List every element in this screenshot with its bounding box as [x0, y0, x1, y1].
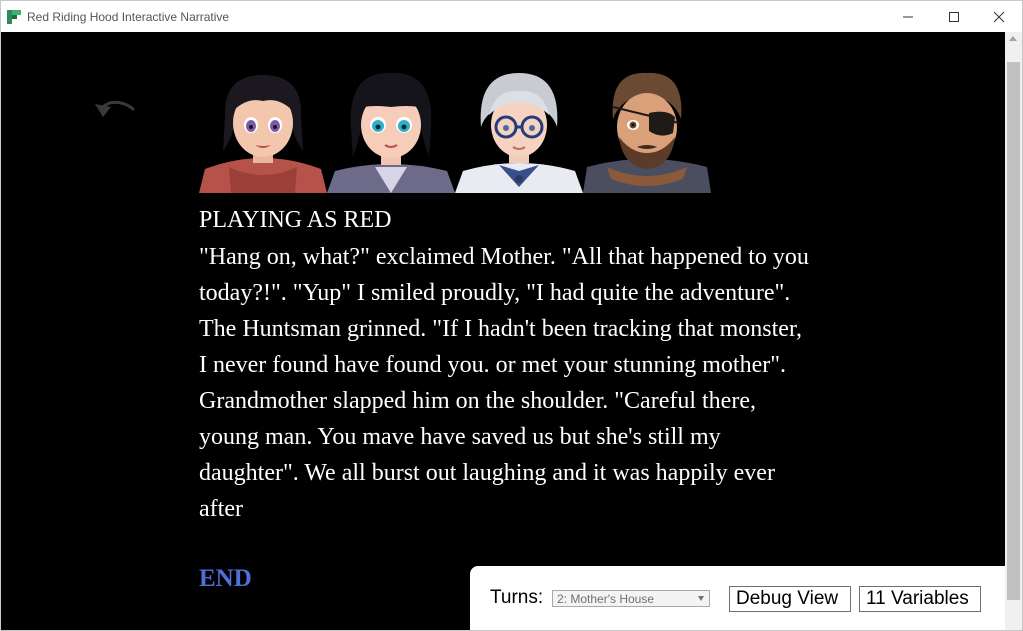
close-icon	[993, 11, 1005, 22]
close-button[interactable]	[976, 1, 1022, 32]
story-viewport: PLAYING AS RED "Hang on, what?" exclaime…	[1, 32, 1005, 630]
red-portrait	[199, 67, 327, 193]
end-link[interactable]: END	[199, 565, 252, 593]
story-text: "Hang on, what?" exclaimed Mother. "All …	[199, 244, 809, 522]
window-title: Red Riding Hood Interactive Narrative	[27, 10, 230, 24]
maximize-button[interactable]	[931, 1, 977, 32]
minimize-button[interactable]	[885, 1, 931, 32]
turns-select[interactable]: 2: Mother's House	[552, 590, 710, 607]
grandmother-portrait	[455, 67, 583, 193]
huntsman-portrait	[583, 67, 711, 193]
turns-label: Turns:	[490, 587, 544, 608]
scroll-up-icon[interactable]	[1009, 36, 1017, 41]
undo-icon[interactable]	[91, 95, 139, 129]
scroll-thumb[interactable]	[1007, 62, 1020, 600]
debug-view-button[interactable]: Debug View	[729, 586, 851, 612]
app-window: Red Riding Hood Interactive Narrative PL…	[0, 0, 1023, 631]
debug-panel: Turns: 2: Mother's House Debug View 11 V…	[470, 566, 1005, 630]
character-portraits	[199, 67, 711, 193]
mother-portrait	[327, 67, 455, 193]
playing-as-label: PLAYING AS RED	[199, 207, 392, 233]
variables-button[interactable]: 11 Variables	[859, 586, 981, 612]
app-icon	[7, 10, 21, 24]
maximize-icon	[949, 11, 959, 22]
chevron-down-icon	[698, 596, 704, 601]
turns-selected-value: 2: Mother's House	[557, 592, 655, 606]
vertical-scrollbar[interactable]	[1005, 32, 1022, 630]
minimize-icon	[903, 16, 913, 17]
title-bar[interactable]: Red Riding Hood Interactive Narrative	[1, 1, 1022, 32]
